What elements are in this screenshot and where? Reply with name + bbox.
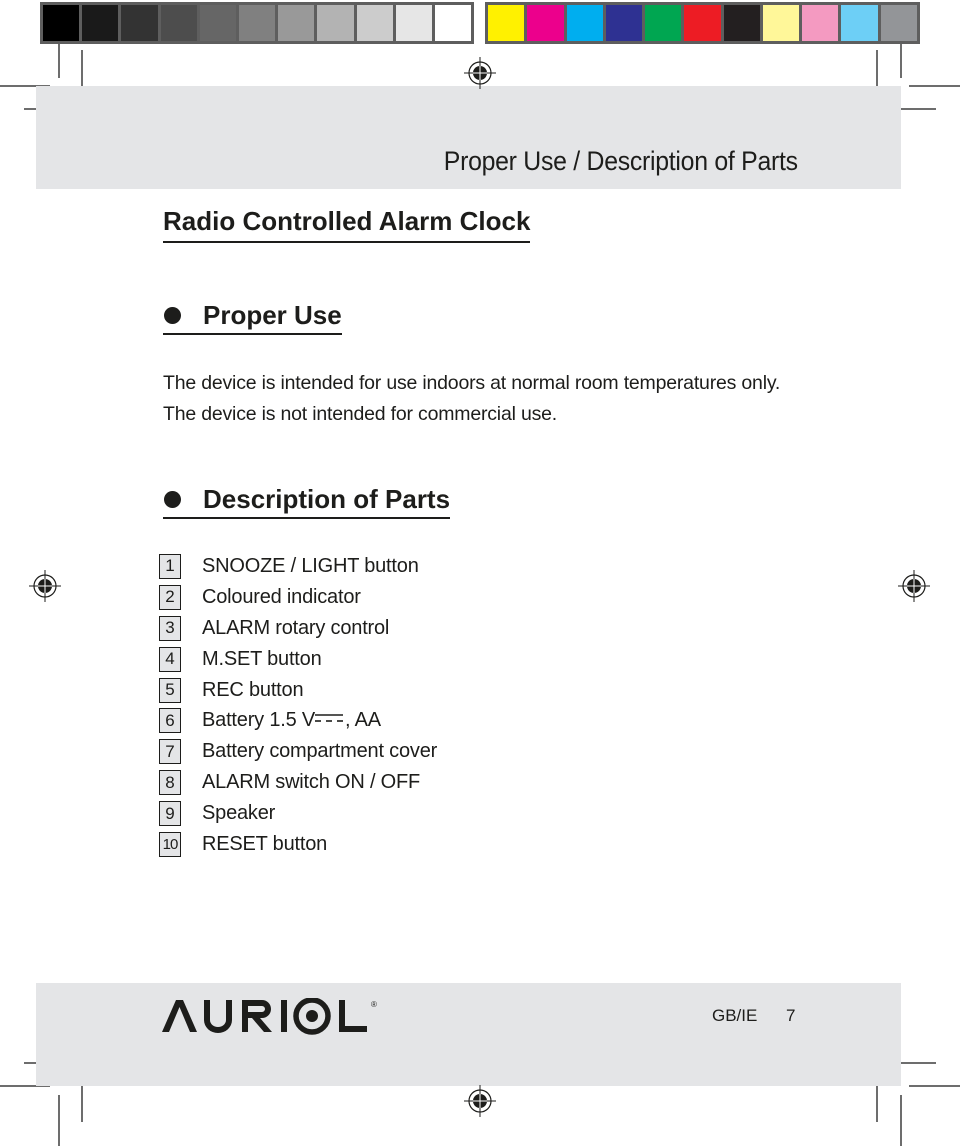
grayscale-calibration-bar [40,2,474,44]
part-item: 1 SNOOZE / LIGHT button [159,551,437,582]
crop-mark [876,1080,878,1122]
part-label: ALARM switch ON / OFF [202,771,421,794]
crop-mark [909,85,960,87]
part-number: 6 [159,708,181,734]
section-heading-description-of-parts: Description of Parts [163,484,451,519]
registration-mark-icon [464,57,496,89]
auriol-logo: ® [162,998,377,1035]
part-item: 6 Battery 1.5 V , AA [159,705,437,736]
bullet-icon [164,307,181,324]
part-number: 3 [159,615,181,641]
color-swatch [566,5,603,41]
dc-current-symbol-icon [315,714,344,722]
color-swatch [605,5,643,41]
part-label: REC button [202,678,304,701]
part-number: 4 [159,646,181,672]
proper-use-paragraph: The device is intended for use indoors a… [163,372,781,425]
color-swatch [802,5,839,41]
color-swatch [199,5,236,41]
registered-mark: ® [371,1000,377,1009]
section-heading-proper-use: Proper Use [163,300,342,335]
part-item: 10 RESET button [159,829,437,860]
color-swatch [762,5,800,41]
part-number: 2 [159,584,181,610]
color-calibration-bar [485,2,920,44]
parts-list: 1 SNOOZE / LIGHT button 2 Coloured indicat… [159,551,437,860]
crop-mark [900,1095,902,1146]
header-section-title: Proper Use / Description of Parts [444,146,798,176]
part-item: 5 REC button [159,675,437,706]
part-label: M.SET button [202,647,322,670]
color-swatch [121,5,158,41]
crop-mark [900,44,902,78]
color-swatch [527,5,564,41]
part-number: 10 [159,831,181,857]
color-swatch [82,5,119,41]
part-label: RESET button [202,832,328,855]
color-swatch [160,5,197,41]
part-label: Battery 1.5 V , AA [202,709,381,732]
part-item: 4 M.SET button [159,644,437,675]
color-swatch [645,5,682,41]
color-swatch [723,5,760,41]
crop-mark [58,44,60,78]
color-swatch [395,5,432,41]
color-swatch [238,5,276,41]
part-label-text: Battery 1.5 V [202,709,316,732]
part-label: Battery compartment cover [202,740,438,763]
part-label: ALARM rotary control [202,616,390,639]
part-label: SNOOZE / LIGHT button [202,554,419,577]
part-item: 8 ALARM switch ON / OFF [159,767,437,798]
color-swatch [278,5,315,41]
part-number: 9 [159,801,181,827]
color-swatch [488,5,525,41]
part-item: 9 Speaker [159,798,437,829]
part-number: 8 [159,770,181,796]
section-heading-label: Description of Parts [203,484,451,514]
part-item: 7 Battery compartment cover [159,736,437,767]
document-title: Radio Controlled Alarm Clock [163,206,531,243]
part-number: 1 [159,553,181,579]
color-swatch [434,5,472,41]
color-swatch [43,5,80,41]
part-number: 7 [159,739,181,765]
color-swatch [880,5,917,41]
color-swatch [356,5,393,41]
crop-mark [81,1080,83,1122]
part-item: 3 ALARM rotary control [159,613,437,644]
crop-mark [58,1095,60,1146]
crop-mark [909,1085,960,1087]
color-swatch [841,5,878,41]
part-label: Speaker [202,802,276,825]
page-number: 7 [786,1006,796,1025]
color-swatch [684,5,721,41]
bullet-icon [164,491,181,508]
registration-mark-icon [898,570,930,602]
part-number: 5 [159,677,181,703]
part-item: 2 Coloured indicator [159,582,437,613]
registration-mark-icon [464,1085,496,1117]
footer-locale: GB/IE [712,1006,758,1025]
part-label: Coloured indicator [202,585,361,608]
color-swatch [317,5,354,41]
part-label-suffix: , AA [345,709,381,732]
registration-mark-icon [29,570,61,602]
section-heading-label: Proper Use [203,300,342,330]
